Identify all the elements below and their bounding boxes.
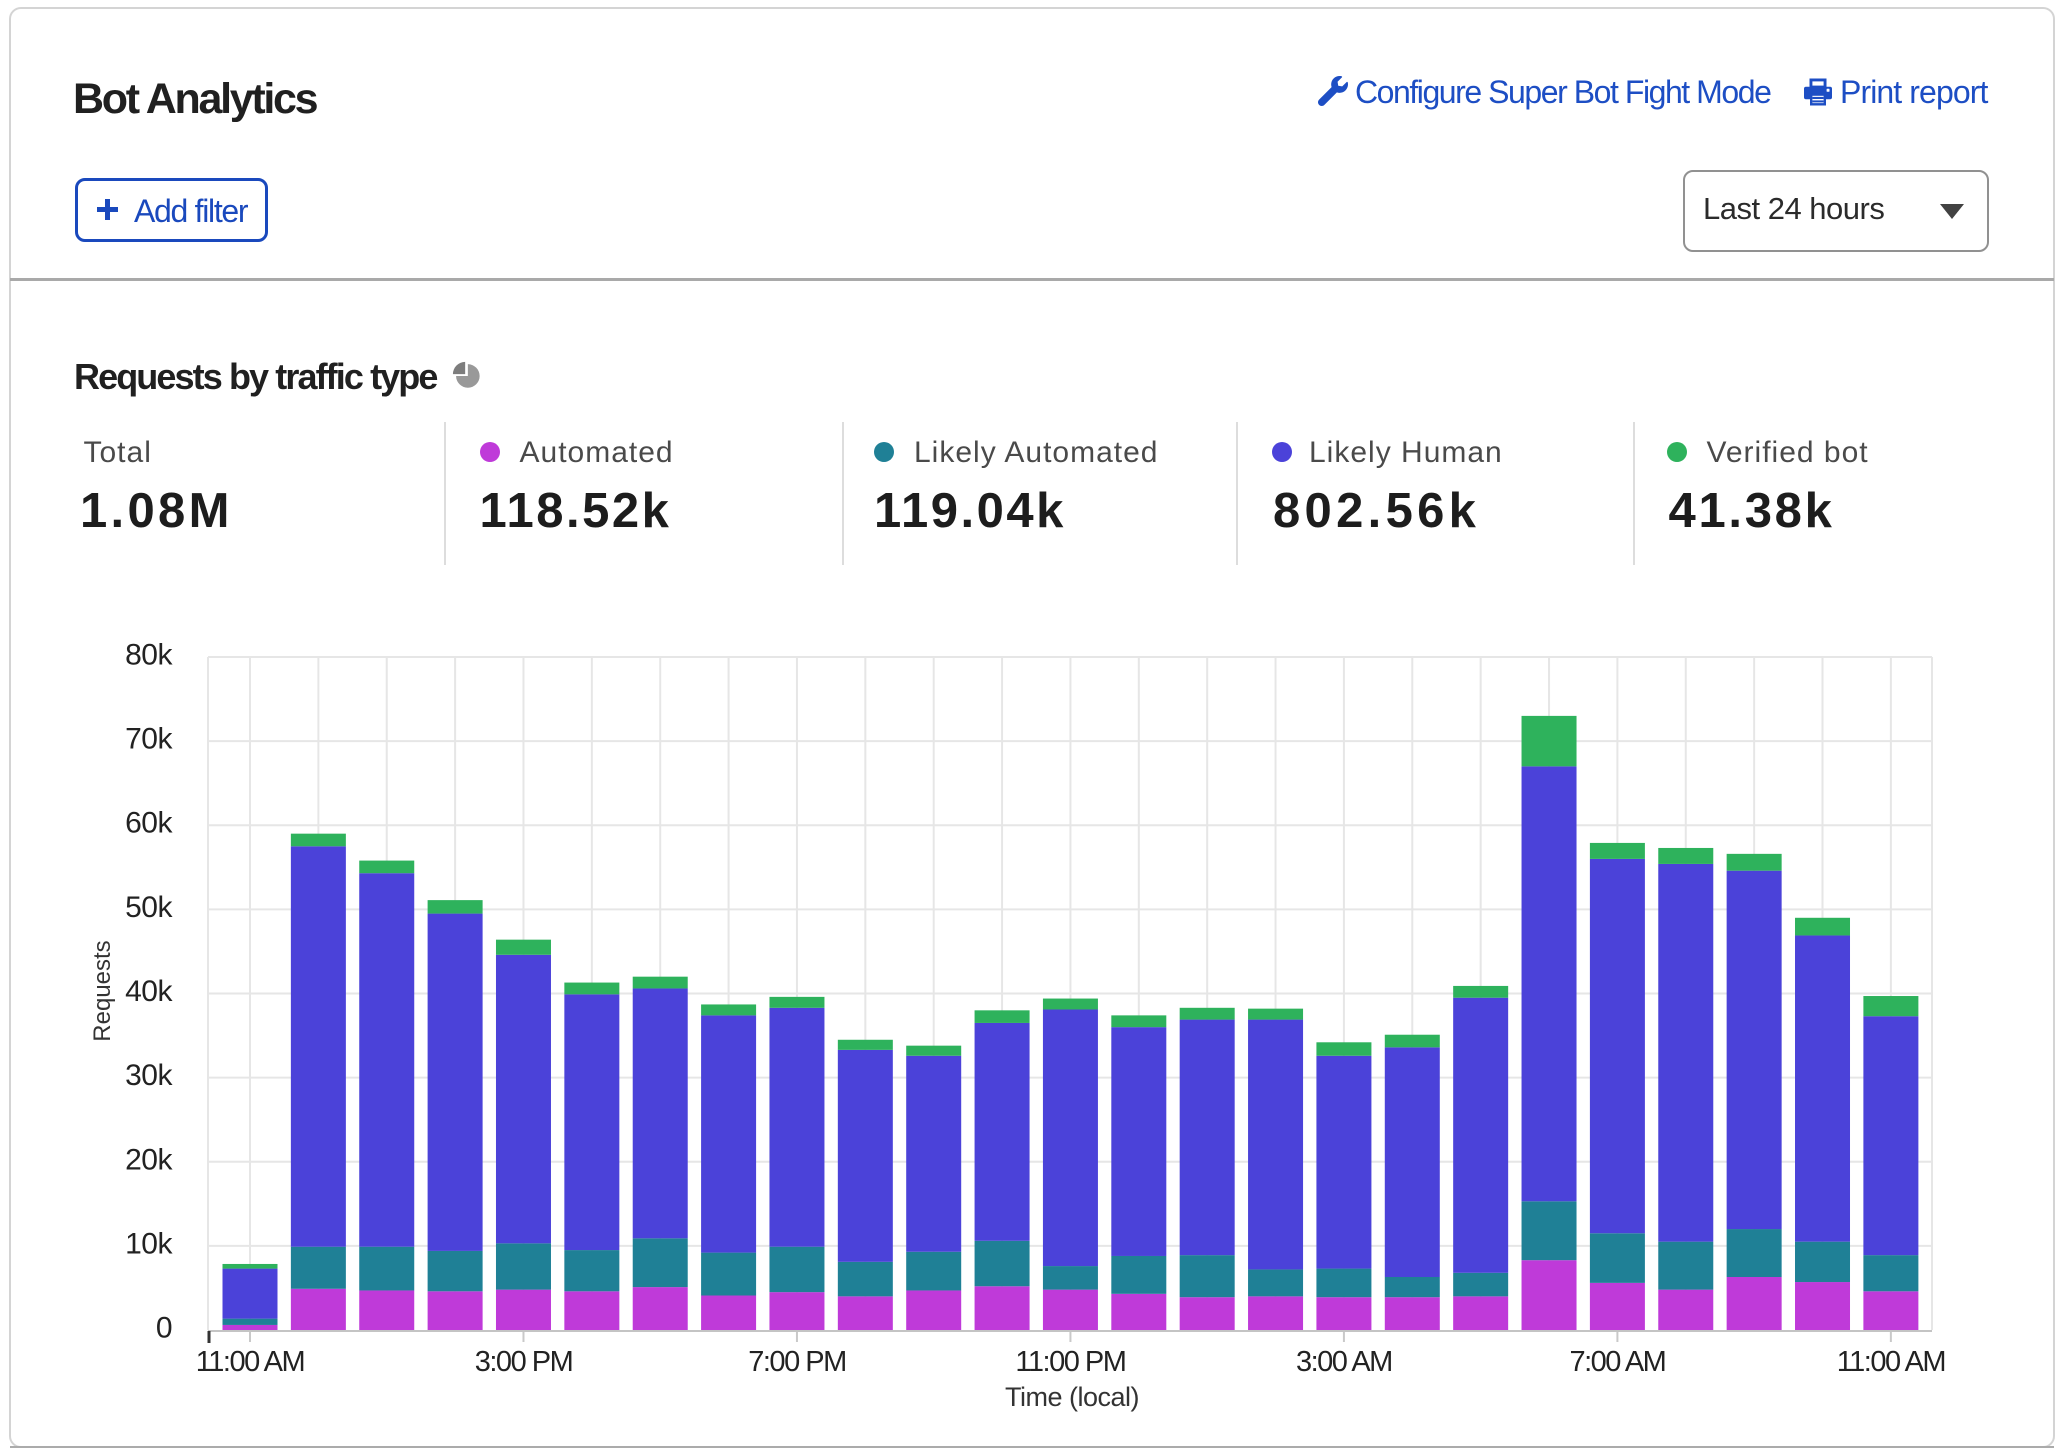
svg-text:Time (local): Time (local) (1005, 1382, 1139, 1412)
svg-text:20k: 20k (125, 1143, 173, 1176)
svg-text:11:00 AM: 11:00 AM (1837, 1346, 1945, 1378)
svg-text:3:00 PM: 3:00 PM (475, 1346, 573, 1378)
svg-text:11:00 AM: 11:00 AM (196, 1346, 304, 1378)
svg-text:0: 0 (156, 1312, 172, 1345)
svg-text:7:00 AM: 7:00 AM (1569, 1346, 1665, 1378)
svg-text:80k: 80k (125, 639, 173, 672)
svg-text:30k: 30k (125, 1059, 173, 1092)
svg-text:10k: 10k (125, 1227, 173, 1260)
svg-text:50k: 50k (125, 891, 173, 924)
svg-text:40k: 40k (125, 975, 173, 1008)
svg-text:11:00 PM: 11:00 PM (1015, 1346, 1125, 1378)
svg-text:3:00 AM: 3:00 AM (1296, 1346, 1392, 1378)
svg-text:Requests: Requests (89, 940, 116, 1041)
svg-text:70k: 70k (125, 723, 173, 756)
svg-text:60k: 60k (125, 807, 173, 840)
svg-text:7:00 PM: 7:00 PM (748, 1346, 846, 1378)
